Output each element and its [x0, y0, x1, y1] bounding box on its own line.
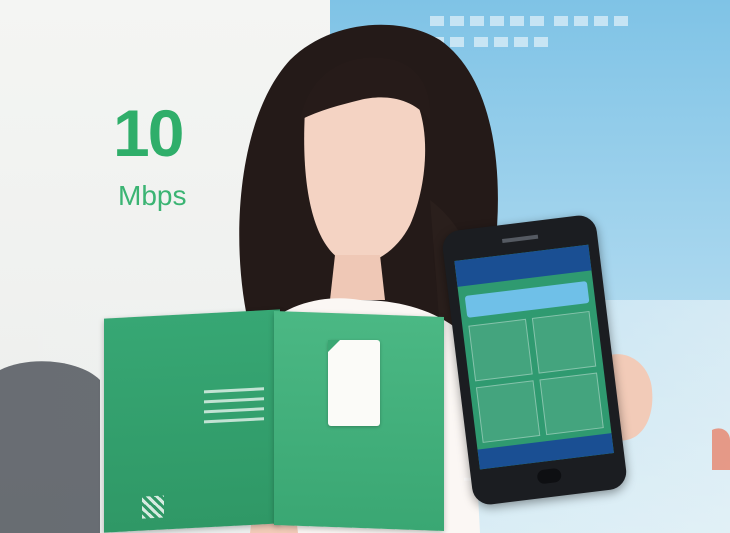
sim-card-icon [328, 340, 380, 426]
app-tile [468, 318, 533, 382]
booklet-left-panel [104, 309, 280, 533]
sim-card-notch [328, 340, 340, 352]
phone-screen [454, 244, 614, 470]
app-tile [539, 372, 604, 436]
app-tile [475, 380, 541, 443]
app-tile [531, 310, 597, 374]
left-foreground-hair [0, 361, 100, 533]
right-edge-object [712, 428, 730, 470]
sim-card-booklet [104, 300, 574, 533]
qr-code-icon [142, 495, 164, 519]
home-button-icon [536, 467, 563, 485]
booklet-text-lines [204, 380, 264, 430]
phone-speaker-grille [502, 234, 539, 244]
neck [330, 255, 385, 300]
photo-scene: 10 Mbps [0, 0, 730, 533]
smartphone [440, 213, 629, 507]
app-header-bar [454, 244, 592, 287]
